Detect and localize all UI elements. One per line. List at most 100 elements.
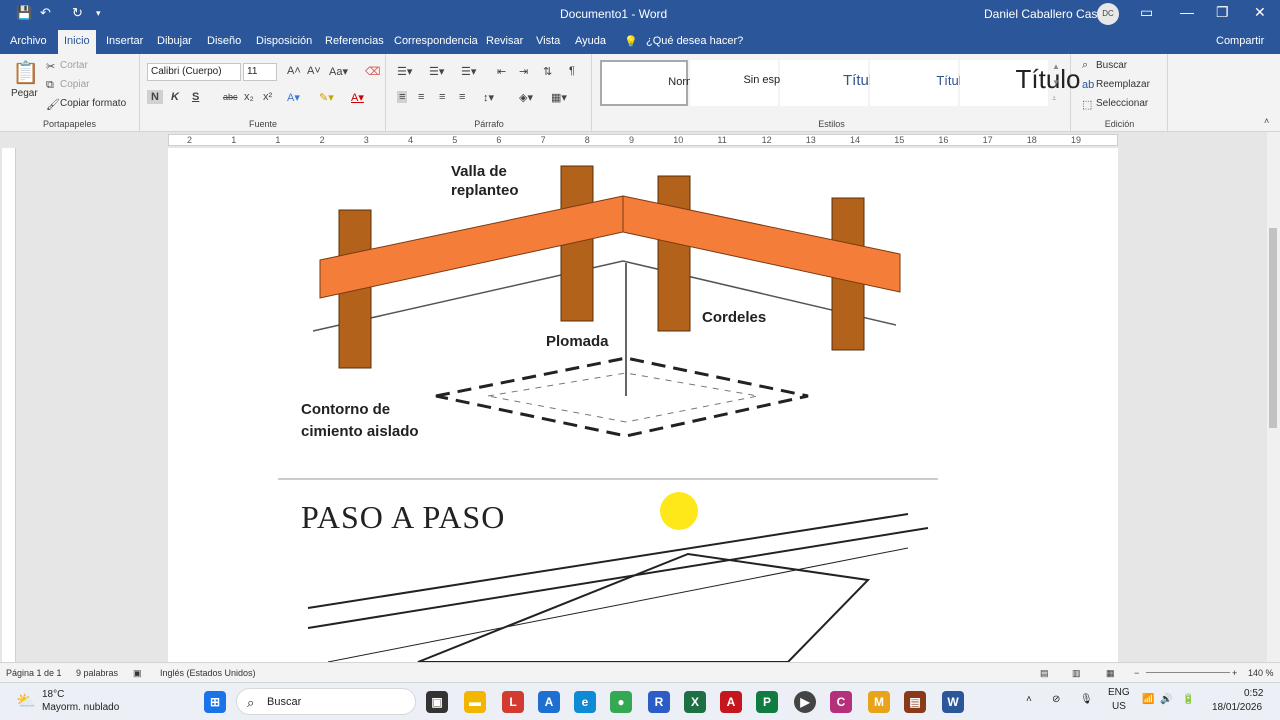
- wifi-icon[interactable]: 📶: [1142, 694, 1154, 705]
- sort-icon[interactable]: ⇅: [543, 65, 552, 78]
- cut-button[interactable]: Cortar: [60, 60, 88, 71]
- strikethrough-button[interactable]: abc: [223, 92, 238, 102]
- tray-chevron-icon[interactable]: ˄: [1026, 694, 1032, 705]
- taskbar-search[interactable]: ⌕ Buscar: [236, 688, 416, 715]
- network-off-icon[interactable]: ⊘: [1052, 694, 1060, 705]
- font-size-combo[interactable]: 11: [243, 63, 277, 81]
- scrollbar-thumb[interactable]: [1269, 228, 1277, 428]
- paste-icon[interactable]: 📋: [12, 60, 39, 86]
- microphone-icon[interactable]: 🎙: [1080, 694, 1093, 705]
- styles-scroll-down-icon[interactable]: ▼: [1052, 78, 1060, 87]
- redo-icon[interactable]: ↻: [72, 5, 83, 21]
- word-taskbar-icon[interactable]: W: [942, 691, 964, 713]
- project-icon[interactable]: P: [756, 691, 778, 713]
- revit-icon[interactable]: R: [648, 691, 670, 713]
- ribbon-display-icon[interactable]: ▭: [1140, 4, 1153, 21]
- style-no-spacing[interactable]: Sin espaciado: [690, 60, 813, 106]
- clock-date[interactable]: 18/01/2026: [1212, 702, 1262, 713]
- tab-dibujar[interactable]: Dibujar: [157, 35, 192, 47]
- copy-button[interactable]: Copiar: [60, 79, 89, 90]
- style-normal[interactable]: Normal: [600, 60, 704, 106]
- subscript-button[interactable]: x₂: [244, 91, 254, 103]
- read-mode-icon[interactable]: ▤: [1040, 668, 1049, 679]
- vertical-ruler[interactable]: [2, 148, 16, 662]
- autocad-icon[interactable]: A: [538, 691, 560, 713]
- app-l-icon[interactable]: L: [502, 691, 524, 713]
- align-center-icon[interactable]: ≡: [418, 91, 424, 103]
- grow-font-icon[interactable]: A˄: [287, 65, 301, 77]
- save-icon[interactable]: 💾: [16, 5, 32, 21]
- shading-icon[interactable]: ◈▾: [519, 91, 533, 104]
- tab-revisar[interactable]: Revisar: [486, 35, 523, 47]
- tab-correspondencia[interactable]: Correspondencia: [394, 35, 478, 47]
- web-layout-icon[interactable]: ▦: [1106, 668, 1115, 679]
- minimize-icon[interactable]: —: [1180, 4, 1194, 20]
- font-color-icon[interactable]: A▾: [351, 91, 364, 104]
- align-right-icon[interactable]: ≡: [439, 91, 445, 103]
- font-name-combo[interactable]: Calibri (Cuerpo): [147, 63, 241, 81]
- align-left-icon[interactable]: ≡: [397, 91, 408, 103]
- customize-qat-icon[interactable]: ▾: [96, 8, 101, 19]
- change-case-icon[interactable]: Aa▾: [329, 65, 348, 78]
- acrobat-icon[interactable]: A: [720, 691, 742, 713]
- replace-button[interactable]: Reemplazar: [1096, 79, 1150, 90]
- tab-diseno[interactable]: Diseño: [207, 35, 241, 47]
- share-button[interactable]: Compartir: [1216, 35, 1264, 47]
- file-explorer-icon[interactable]: ▬: [464, 691, 486, 713]
- borders-icon[interactable]: ▦▾: [551, 91, 567, 104]
- weather-icon[interactable]: ⛅: [16, 691, 36, 711]
- tab-referencias[interactable]: Referencias: [325, 35, 384, 47]
- chrome-icon[interactable]: ●: [610, 691, 632, 713]
- restore-icon[interactable]: ❐: [1216, 4, 1229, 21]
- undo-icon[interactable]: ↶: [40, 5, 51, 21]
- page-count[interactable]: Página 1 de 1: [6, 668, 62, 678]
- tab-disposicion[interactable]: Disposición: [256, 35, 312, 47]
- format-painter-button[interactable]: Copiar formato: [60, 98, 126, 109]
- bullets-icon[interactable]: ☰▾: [397, 65, 412, 78]
- tab-vista[interactable]: Vista: [536, 35, 560, 47]
- weather-desc[interactable]: Mayorm. nublado: [42, 702, 119, 713]
- excel-icon[interactable]: X: [684, 691, 706, 713]
- document-page[interactable]: Valla de replanteo Cordeles Plomada Conto…: [168, 148, 1118, 663]
- style-title[interactable]: Título: [960, 60, 1081, 106]
- highlight-icon[interactable]: ✎▾: [319, 91, 334, 104]
- shrink-font-icon[interactable]: A˅: [307, 65, 321, 77]
- styles-more-icon[interactable]: ⩡: [1052, 94, 1057, 104]
- input-region[interactable]: US: [1112, 701, 1126, 712]
- volume-icon[interactable]: 🔊: [1160, 694, 1172, 705]
- zoom-out-icon[interactable]: −: [1134, 668, 1139, 678]
- bold-button[interactable]: N: [147, 90, 163, 104]
- numbering-icon[interactable]: ☰▾: [429, 65, 444, 78]
- find-button[interactable]: Buscar: [1096, 60, 1127, 71]
- zoom-level[interactable]: 140 %: [1248, 668, 1274, 678]
- decrease-indent-icon[interactable]: ⇤: [497, 65, 506, 78]
- language-indicator[interactable]: Inglés (Estados Unidos): [160, 668, 256, 678]
- multilevel-list-icon[interactable]: ☰▾: [461, 65, 476, 78]
- close-icon[interactable]: ✕: [1254, 4, 1266, 21]
- tab-ayuda[interactable]: Ayuda: [575, 35, 606, 47]
- select-button[interactable]: Seleccionar: [1096, 98, 1148, 109]
- tab-insertar[interactable]: Insertar: [106, 35, 143, 47]
- horizontal-ruler[interactable]: 2 1 1 2 3 4 5 6 7 8 9 10 11 12 13 14 15 16 17 18 19: [168, 134, 1118, 146]
- tell-me-search[interactable]: ¿Qué desea hacer?: [646, 35, 743, 47]
- italic-button[interactable]: K: [171, 91, 179, 103]
- winrar-icon[interactable]: ▤: [904, 691, 926, 713]
- print-layout-icon[interactable]: ▥: [1072, 668, 1081, 679]
- word-count[interactable]: 9 palabras: [76, 668, 118, 678]
- tab-inicio[interactable]: Inicio: [58, 30, 96, 54]
- style-heading-1[interactable]: Título 1: [780, 60, 893, 106]
- text-effects-icon[interactable]: A▾: [287, 91, 300, 104]
- zoom-slider[interactable]: [1146, 672, 1230, 673]
- battery-icon[interactable]: 🔋: [1182, 694, 1194, 705]
- collapse-ribbon-icon[interactable]: ˄: [1264, 116, 1269, 126]
- app-c-icon[interactable]: C: [830, 691, 852, 713]
- avatar[interactable]: DC: [1097, 3, 1119, 25]
- input-language[interactable]: ENG: [1108, 687, 1130, 698]
- clear-format-icon[interactable]: ⌫: [365, 65, 381, 78]
- zoom-in-icon[interactable]: +: [1232, 668, 1237, 678]
- app-m-icon[interactable]: M: [868, 691, 890, 713]
- start-icon[interactable]: ⊞: [204, 691, 226, 713]
- weather-temp[interactable]: 18°C: [42, 689, 64, 700]
- styles-scroll-up-icon[interactable]: ▲: [1052, 62, 1060, 71]
- media-player-icon[interactable]: ▶: [794, 691, 816, 713]
